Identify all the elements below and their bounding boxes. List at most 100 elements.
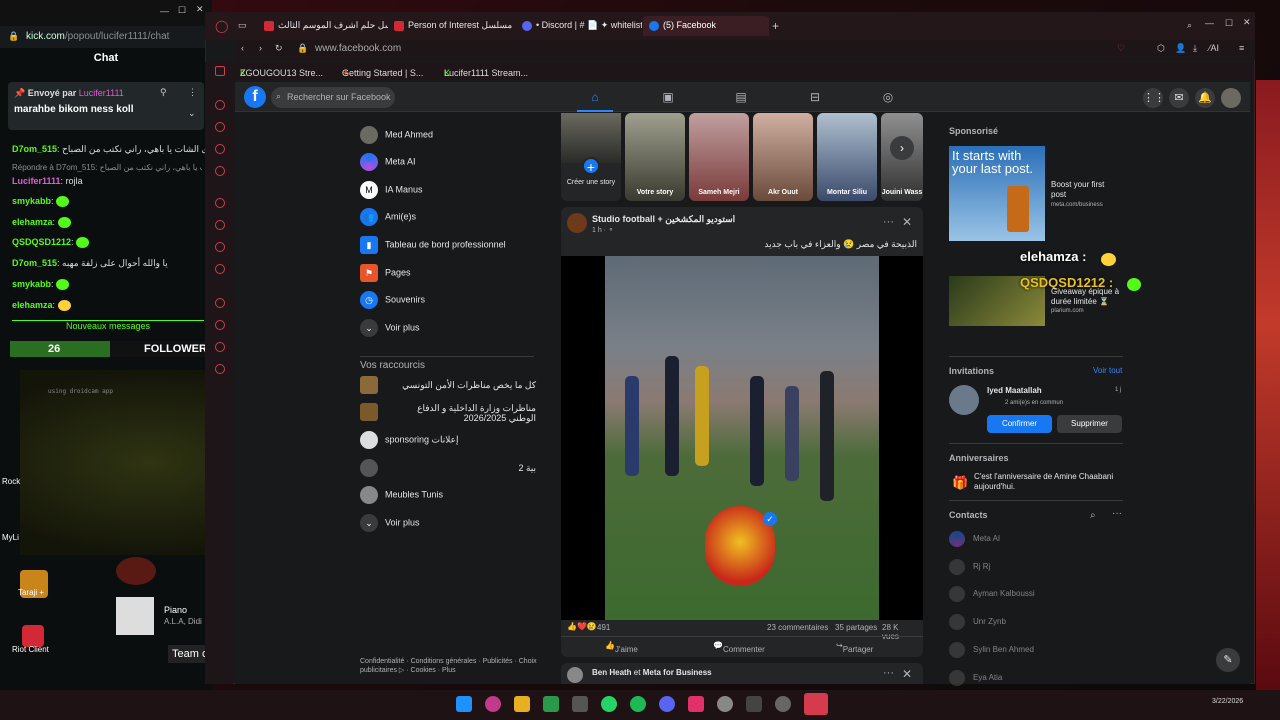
home-icon[interactable]: ⌂ bbox=[588, 90, 602, 104]
create-story-card[interactable]: + Créer une story bbox=[561, 113, 621, 201]
avatar[interactable] bbox=[1221, 88, 1241, 108]
pin-icon[interactable]: ⚲ bbox=[160, 87, 167, 98]
heart-icon[interactable]: ♡ bbox=[1117, 43, 1125, 54]
facebook-logo-icon[interactable]: f bbox=[244, 86, 266, 108]
menu-icon[interactable]: ≡ bbox=[1239, 43, 1244, 53]
notifications-icon[interactable]: 🔔 bbox=[1195, 88, 1215, 108]
app-icon[interactable] bbox=[775, 696, 791, 712]
opera-logo-icon[interactable]: ◯ bbox=[215, 19, 228, 33]
delete-button[interactable]: Supprimer bbox=[1057, 415, 1122, 433]
menu-item-ia-manus[interactable]: M IA Manus bbox=[360, 181, 423, 203]
new-tab-button[interactable]: + bbox=[772, 19, 779, 33]
instagram-icon[interactable] bbox=[215, 264, 225, 274]
twitch-icon[interactable] bbox=[215, 220, 225, 230]
menu-item-profile[interactable]: Med Ahmed bbox=[360, 126, 433, 148]
menu-item-memories[interactable]: ◷ Souvenirs bbox=[360, 291, 425, 313]
calculator-icon[interactable] bbox=[572, 696, 588, 712]
new-message-button[interactable]: ✎ bbox=[1216, 648, 1240, 672]
close-icon[interactable]: ✕ bbox=[1243, 17, 1251, 28]
menu-item-dashboard[interactable]: ▮ Tableau de bord professionnel bbox=[360, 236, 506, 258]
post2-author2[interactable]: Meta for Business bbox=[643, 668, 712, 677]
reactions-icon[interactable]: 👍❤️😢 bbox=[567, 622, 597, 631]
settings-icon[interactable] bbox=[215, 364, 225, 374]
desktop-app-icon[interactable] bbox=[116, 557, 156, 585]
footer-links[interactable]: Confidentialité · Conditions générales ·… bbox=[360, 657, 540, 675]
camera-icon[interactable]: ⬡ bbox=[1157, 43, 1165, 54]
workspaces-icon[interactable]: ▭ bbox=[238, 20, 247, 31]
tab-hilm-ashraf[interactable]: مسلسل حلم اشرف الموسم الثالث bbox=[258, 16, 388, 36]
app-icon[interactable] bbox=[543, 696, 559, 712]
app-icon[interactable] bbox=[746, 696, 762, 712]
minimize-icon[interactable]: — bbox=[160, 6, 169, 16]
comments-count[interactable]: 23 commentaires bbox=[767, 623, 828, 632]
more-icon[interactable]: ⋮ bbox=[188, 87, 197, 98]
facebook-search-input[interactable]: ⌕ Rechercher sur Facebook bbox=[271, 87, 395, 108]
shortcut-item[interactable]: Meubles Tunis bbox=[360, 486, 443, 508]
more-options-icon[interactable]: ··· bbox=[1112, 508, 1122, 519]
pinboard-icon[interactable] bbox=[215, 320, 225, 330]
forward-icon[interactable]: › bbox=[259, 43, 262, 53]
contact-item[interactable]: Meta AI bbox=[949, 531, 1000, 547]
marketplace-icon[interactable]: ▤ bbox=[734, 90, 748, 104]
shortcut-item[interactable]: مناظرات وزارة الداخلية و الدفاع الوطني 2… bbox=[360, 403, 536, 427]
app-icon[interactable] bbox=[717, 696, 733, 712]
like-button[interactable]: 👍 J'aime bbox=[605, 641, 638, 654]
taskbar-date[interactable]: 3/22/2026 bbox=[1212, 698, 1243, 705]
video-icon[interactable]: ▣ bbox=[661, 90, 675, 104]
avatar[interactable] bbox=[949, 385, 979, 415]
gaming-icon[interactable]: ◎ bbox=[881, 90, 895, 104]
shortcut-item[interactable]: كل ما يخص مناظرات الأمن التونسي bbox=[360, 376, 536, 398]
file-explorer-icon[interactable] bbox=[514, 696, 530, 712]
player-icon[interactable] bbox=[215, 298, 225, 308]
reload-icon[interactable]: ↻ bbox=[275, 43, 283, 54]
search-icon[interactable]: ⌕ bbox=[1090, 510, 1096, 521]
maximize-icon[interactable]: ☐ bbox=[178, 5, 186, 16]
avatar[interactable] bbox=[567, 667, 583, 683]
history-icon[interactable] bbox=[215, 342, 225, 352]
shortcut-item[interactable]: بية 2 bbox=[360, 459, 536, 481]
comment-button[interactable]: 💬 Commenter bbox=[713, 641, 765, 654]
tab-person-of-interest[interactable]: Person of Interest مسلسل bbox=[388, 16, 516, 36]
download-icon[interactable]: ⤓ bbox=[1193, 43, 1197, 54]
close-icon[interactable]: ✕ bbox=[196, 4, 204, 15]
back-icon[interactable]: ‹ bbox=[241, 43, 244, 53]
story-next-button[interactable]: › bbox=[890, 136, 914, 160]
music-widget[interactable]: Piano A.L.A, Didi bbox=[116, 597, 206, 635]
shortcut-item[interactable]: sponsoring إعلانات bbox=[360, 431, 459, 453]
maximize-icon[interactable]: ☐ bbox=[1225, 18, 1233, 29]
new-messages-divider[interactable]: Nouveaux messages bbox=[12, 320, 204, 331]
shares-count[interactable]: 35 partages bbox=[835, 623, 877, 632]
discord-icon[interactable] bbox=[215, 198, 225, 208]
chevron-down-icon[interactable]: ⌄ bbox=[188, 108, 196, 119]
tab-discord[interactable]: • Discord | # 📄 ✦ whitelist bbox=[516, 16, 642, 36]
minimize-icon[interactable]: — bbox=[1205, 18, 1214, 28]
search-tabs-icon[interactable]: ⌕ bbox=[1187, 20, 1192, 31]
menu-item-pages[interactable]: ⚑ Pages bbox=[360, 264, 411, 286]
contact-item[interactable]: Sylin Ben Ahmed bbox=[949, 642, 1034, 658]
messenger-icon[interactable]: ✉ bbox=[1169, 88, 1189, 108]
riot-client-icon[interactable] bbox=[22, 625, 44, 647]
story-card[interactable]: Sameh Mejri bbox=[689, 113, 749, 201]
mail-icon[interactable] bbox=[215, 166, 225, 176]
close-icon[interactable]: ✕ bbox=[902, 667, 912, 681]
tab-facebook[interactable]: (5) Facebook bbox=[643, 16, 769, 36]
story-card[interactable]: Votre story bbox=[625, 113, 685, 201]
post-video[interactable]: ✓ bbox=[605, 256, 879, 620]
url-field[interactable]: www.facebook.com bbox=[315, 43, 401, 54]
app-icon[interactable] bbox=[804, 693, 828, 715]
menu-grid-icon[interactable]: ⋮⋮ bbox=[1143, 88, 1165, 108]
kick-address-bar[interactable]: 🔒 kick.com/popout/lucifer1111/chat bbox=[0, 26, 212, 48]
groups-icon[interactable]: ⊟ bbox=[808, 90, 822, 104]
aria-icon[interactable] bbox=[215, 100, 225, 110]
close-icon[interactable]: ✕ bbox=[902, 215, 912, 229]
menu-item-see-more[interactable]: ⌄ Voir plus bbox=[360, 319, 420, 341]
ai-icon[interactable]: ⁄AI bbox=[1209, 43, 1219, 53]
story-card[interactable]: Montar Siliu bbox=[817, 113, 877, 201]
see-all-link[interactable]: Voir tout bbox=[1093, 366, 1122, 375]
more-options-icon[interactable]: ··· bbox=[883, 216, 894, 228]
share-button[interactable]: ↪ Partager bbox=[836, 641, 873, 654]
messenger-icon[interactable] bbox=[215, 144, 225, 154]
instagram-icon[interactable] bbox=[688, 696, 704, 712]
opera-gx-icon[interactable] bbox=[485, 696, 501, 712]
contact-item[interactable]: Rj Rj bbox=[949, 559, 990, 575]
